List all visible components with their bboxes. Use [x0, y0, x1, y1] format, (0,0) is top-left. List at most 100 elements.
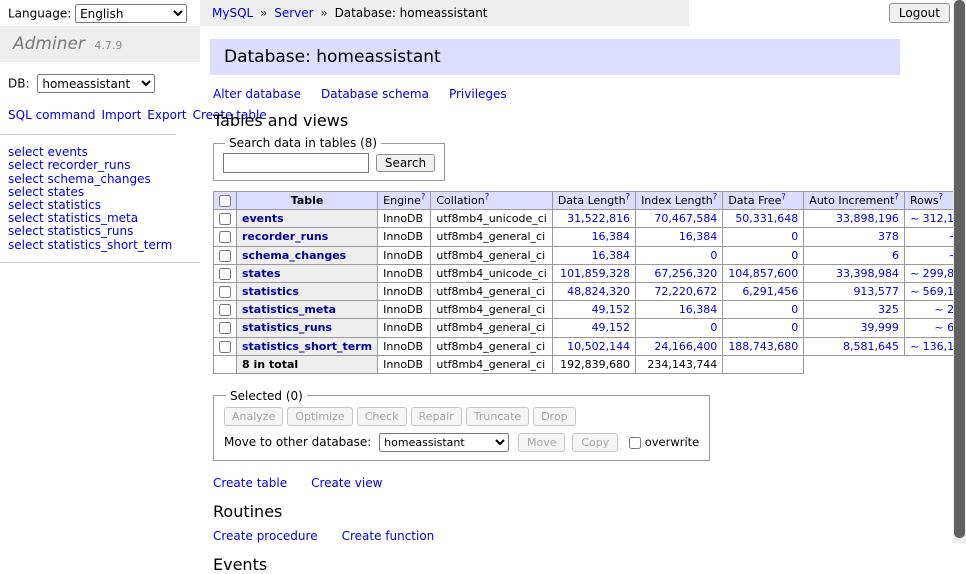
data-length-cell: 49,152: [552, 301, 635, 319]
data-free-link[interactable]: 104,857,600: [728, 267, 798, 280]
index-length-link[interactable]: 0: [710, 249, 717, 262]
move-button[interactable]: Move: [518, 433, 566, 452]
data-length-cell: 16,384: [552, 246, 635, 264]
data-free-link[interactable]: 188,743,680: [728, 340, 798, 353]
logout-button[interactable]: Logout: [889, 3, 950, 23]
data-length-link[interactable]: 49,152: [592, 321, 631, 334]
database-link[interactable]: Alter database: [213, 87, 301, 101]
index-length-link[interactable]: 24,166,400: [654, 340, 717, 353]
help-link[interactable]: ?: [781, 192, 786, 202]
data-length-link[interactable]: 49,152: [592, 303, 631, 316]
index-length-link[interactable]: 16,384: [679, 303, 718, 316]
table-name-link[interactable]: schema_changes: [242, 249, 346, 262]
data-free-link[interactable]: 0: [791, 321, 798, 334]
table-name-link[interactable]: statistics: [242, 285, 299, 298]
language-select[interactable]: English: [75, 4, 187, 23]
index-length-link[interactable]: 0: [710, 321, 717, 334]
table-name-link[interactable]: events: [242, 212, 284, 225]
auto-increment-link[interactable]: 913,577: [853, 285, 899, 298]
sidebar-action-link[interactable]: Import: [101, 108, 141, 122]
create-link[interactable]: Create view: [311, 476, 382, 490]
scrollbar-thumb[interactable]: [954, 0, 965, 538]
help-link[interactable]: ?: [421, 192, 426, 202]
column-header-engine: Engine?: [378, 192, 431, 210]
sidebar-table-link[interactable]: select statistics_short_term: [8, 239, 192, 252]
auto-increment-link[interactable]: 33,898,196: [836, 212, 899, 225]
data-length-link[interactable]: 31,522,816: [567, 212, 630, 225]
row-select-cell: [214, 337, 237, 355]
row-checkbox[interactable]: [219, 231, 231, 243]
auto-increment-link[interactable]: 39,999: [860, 321, 899, 334]
auto-increment-link[interactable]: 8,581,645: [843, 340, 899, 353]
data-free-link[interactable]: 0: [791, 303, 798, 316]
truncate-button[interactable]: Truncate: [466, 407, 529, 426]
sidebar-table-link[interactable]: select recorder_runs: [8, 159, 192, 172]
auto-increment-link[interactable]: 33,398,984: [836, 267, 899, 280]
index-length-link[interactable]: 16,384: [679, 230, 718, 243]
row-checkbox[interactable]: [219, 304, 231, 316]
engine-cell: InnoDB: [378, 228, 431, 246]
breadcrumb-server-link[interactable]: Server: [274, 6, 313, 20]
database-link[interactable]: Privileges: [449, 87, 507, 101]
search-legend: Search data in tables (8): [225, 136, 381, 150]
table-name-link[interactable]: statistics_meta: [242, 303, 336, 316]
sidebar-table-link[interactable]: select schema_changes: [8, 173, 192, 186]
sidebar-action-link[interactable]: Export: [147, 108, 186, 122]
row-checkbox[interactable]: [219, 268, 231, 280]
data-length-cell: 101,859,328: [552, 264, 635, 282]
analyze-button[interactable]: Analyze: [224, 407, 283, 426]
repair-button[interactable]: Repair: [411, 407, 462, 426]
help-link[interactable]: ?: [713, 192, 718, 202]
database-link[interactable]: Database schema: [321, 87, 429, 101]
data-length-link[interactable]: 16,384: [592, 230, 631, 243]
help-link[interactable]: ?: [894, 192, 899, 202]
data-length-link[interactable]: 101,859,328: [560, 267, 630, 280]
table-name-link[interactable]: statistics_short_term: [242, 340, 372, 353]
routine-link[interactable]: Create function: [342, 529, 435, 543]
create-link[interactable]: Create table: [213, 476, 287, 490]
search-button[interactable]: Search: [376, 154, 435, 172]
row-checkbox[interactable]: [219, 250, 231, 262]
table-name-link[interactable]: states: [242, 267, 281, 280]
data-length-link[interactable]: 48,824,320: [567, 285, 630, 298]
data-free-link[interactable]: 50,331,648: [735, 212, 798, 225]
auto-increment-link[interactable]: 325: [878, 303, 899, 316]
data-free-link[interactable]: 0: [791, 249, 798, 262]
copy-button[interactable]: Copy: [572, 433, 618, 452]
row-checkbox[interactable]: [219, 286, 231, 298]
help-link[interactable]: ?: [939, 192, 944, 202]
db-select[interactable]: homeassistant: [37, 74, 155, 93]
overwrite-toggle[interactable]: overwrite: [629, 435, 699, 449]
select-all-checkbox[interactable]: [219, 195, 231, 207]
overwrite-checkbox[interactable]: [629, 437, 641, 449]
data-length-link[interactable]: 10,502,144: [567, 340, 630, 353]
auto-increment-link[interactable]: 6: [892, 249, 899, 262]
totals-label-cell: 8 in total: [237, 355, 378, 373]
search-input[interactable]: [223, 153, 369, 173]
tables-header-row: TableEngine?Collation?Data Length?Index …: [214, 192, 966, 210]
index-length-link[interactable]: 72,220,672: [654, 285, 717, 298]
check-button[interactable]: Check: [357, 407, 407, 426]
vertical-scrollbar[interactable]: [953, 0, 966, 543]
data-length-link[interactable]: 16,384: [592, 249, 631, 262]
row-checkbox[interactable]: [219, 213, 231, 225]
breadcrumb-mysql-link[interactable]: MySQL: [212, 6, 253, 20]
index-length-link[interactable]: 70,467,584: [654, 212, 717, 225]
sidebar-action-link[interactable]: SQL command: [8, 108, 95, 122]
row-checkbox[interactable]: [219, 322, 231, 334]
table-name-link[interactable]: statistics_runs: [242, 321, 332, 334]
data-length-cell: 48,824,320: [552, 282, 635, 300]
drop-button[interactable]: Drop: [533, 407, 575, 426]
row-checkbox[interactable]: [219, 341, 231, 353]
move-db-select[interactable]: homeassistant: [379, 433, 509, 452]
sidebar-table-link[interactable]: select statistics_runs: [8, 225, 192, 238]
index-length-link[interactable]: 67,256,320: [654, 267, 717, 280]
table-name-link[interactable]: recorder_runs: [242, 230, 328, 243]
routine-link[interactable]: Create procedure: [213, 529, 318, 543]
data-free-link[interactable]: 6,291,456: [742, 285, 798, 298]
optimize-button[interactable]: Optimize: [287, 407, 352, 426]
help-link[interactable]: ?: [626, 192, 631, 202]
auto-increment-link[interactable]: 378: [878, 230, 899, 243]
help-link[interactable]: ?: [485, 192, 490, 202]
data-free-link[interactable]: 0: [791, 230, 798, 243]
